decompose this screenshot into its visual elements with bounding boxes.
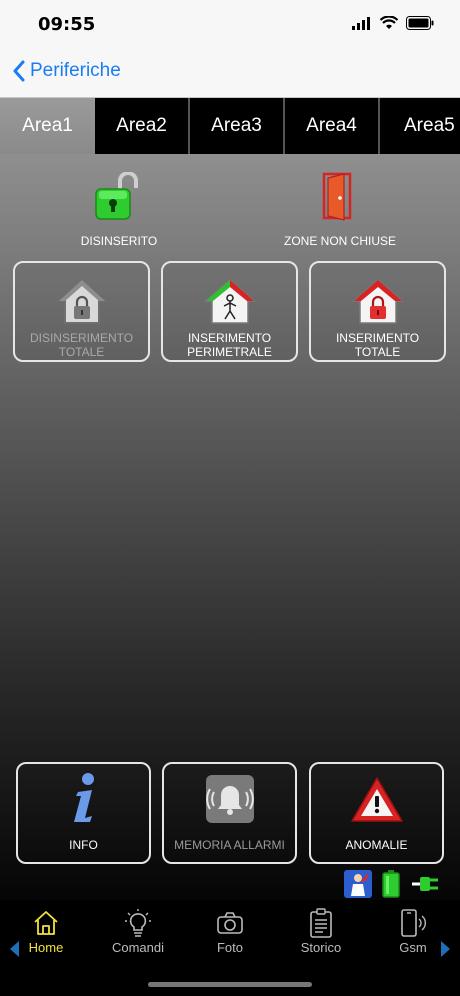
tab-area2[interactable]: Area2 (95, 98, 190, 154)
alarm-memory-button[interactable]: MEMORIA ALLARMI (162, 762, 297, 864)
home-icon (34, 911, 58, 935)
arm-total-button[interactable]: INSERIMENTO TOTALE (309, 261, 446, 362)
arm-state-indicator: DISINSERITO (9, 164, 229, 248)
scroll-right-arrow-icon[interactable] (440, 940, 452, 958)
power-plug-icon (412, 877, 438, 891)
alarm-bell-icon (205, 775, 254, 823)
button-label-line1: DISINSERIMENTO (29, 331, 134, 345)
anomalies-button[interactable]: ANOMALIE (309, 762, 444, 864)
chevron-left-icon (13, 60, 25, 82)
system-status-icons (344, 870, 440, 898)
phone-signal-icon (401, 909, 426, 937)
area-tabs: Area1 Area2 Area3 Area4 Area5 (0, 98, 460, 154)
back-label: Periferiche (30, 60, 121, 81)
battery-icon (406, 16, 434, 30)
tab-label: Comandi (111, 940, 165, 955)
tab-area1[interactable]: Area1 (0, 98, 95, 154)
battery-full-icon (382, 870, 400, 898)
tab-home[interactable]: Home (11, 908, 81, 955)
technician-icon (344, 870, 372, 898)
arm-state-label: DISINSERITO (80, 234, 158, 248)
house-padlock-icon (55, 278, 108, 324)
tab-label: Home (28, 940, 64, 955)
tab-label: Gsm (399, 940, 427, 955)
tab-label: Area5 (404, 115, 455, 136)
info-button[interactable]: INFO (16, 762, 151, 864)
navigation-bar: Periferiche (0, 50, 460, 98)
house-red-lock-icon (351, 279, 404, 324)
tab-area4[interactable]: Area4 (285, 98, 380, 154)
button-label-line2: TOTALE (58, 345, 105, 359)
house-person-icon (203, 279, 256, 324)
tab-label: Area3 (211, 115, 262, 136)
button-label-line1: INSERIMENTO (335, 331, 420, 345)
disarm-total-button[interactable]: DISINSERIMENTO TOTALE (13, 261, 150, 362)
button-label-line2: TOTALE (354, 345, 401, 359)
signal-icon (352, 17, 370, 30)
open-door-icon (322, 172, 352, 221)
warning-triangle-icon (350, 777, 403, 822)
main-panel: DISINSERITO ZONE NON CHIUSE DISINSERIMEN… (0, 154, 460, 900)
status-time: 09:55 (38, 14, 96, 35)
tab-label: Area2 (116, 115, 167, 136)
info-icon (73, 773, 94, 822)
button-label-line1: INSERIMENTO (187, 331, 272, 345)
clipboard-icon (310, 908, 332, 938)
lightbulb-icon (125, 909, 151, 937)
zones-indicator: ZONE NON CHIUSE (230, 164, 450, 248)
arm-perimeter-button[interactable]: INSERIMENTO PERIMETRALE (161, 261, 298, 362)
camera-icon (217, 912, 243, 934)
tab-gsm[interactable]: Gsm (378, 908, 448, 955)
tab-area5[interactable]: Area5 (380, 98, 460, 154)
button-label-line2: PERIMETRALE (187, 345, 272, 359)
status-icons (352, 16, 434, 30)
tab-label: Storico (300, 940, 342, 955)
home-indicator (148, 982, 312, 987)
info-label: INFO (69, 838, 98, 852)
anomalies-label: ANOMALIE (345, 838, 408, 852)
tab-photo[interactable]: Foto (195, 908, 265, 955)
tab-label: Area1 (22, 115, 73, 136)
bottom-tab-bar: Home Comandi Foto Storico Gsm (0, 900, 460, 996)
tab-label: Foto (216, 940, 243, 955)
status-bar: 09:55 (0, 0, 460, 50)
tab-area3[interactable]: Area3 (190, 98, 285, 154)
unlocked-padlock-icon (95, 172, 138, 220)
tab-label: Area4 (306, 115, 357, 136)
alarm-memory-label: MEMORIA ALLARMI (174, 838, 285, 852)
back-button[interactable]: Periferiche (12, 60, 121, 82)
tab-commands[interactable]: Comandi (103, 908, 173, 955)
wifi-icon (380, 16, 398, 29)
tab-history[interactable]: Storico (286, 908, 356, 955)
zones-label: ZONE NON CHIUSE (283, 234, 396, 248)
